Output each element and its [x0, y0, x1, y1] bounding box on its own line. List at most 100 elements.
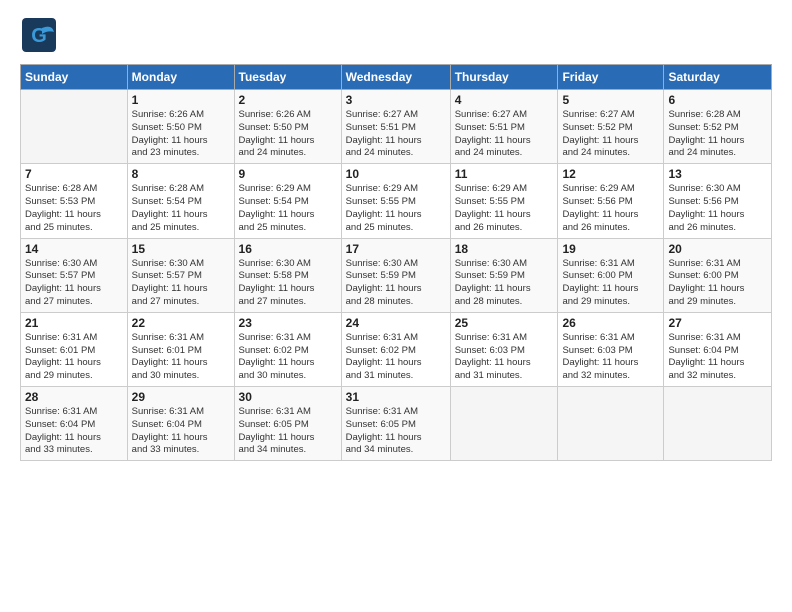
day-info: Sunrise: 6:30 AM Sunset: 5:58 PM Dayligh… [239, 258, 337, 309]
calendar-cell: 27 Sunrise: 6:31 AM Sunset: 6:04 PM Dayli… [664, 312, 772, 386]
day-info: Sunrise: 6:31 AM Sunset: 6:05 PM Dayligh… [239, 406, 337, 457]
day-number: 21 [25, 316, 123, 330]
day-number: 18 [455, 242, 554, 256]
calendar-cell [664, 387, 772, 461]
day-info: Sunrise: 6:30 AM Sunset: 5:57 PM Dayligh… [25, 258, 123, 309]
header-sunday: Sunday [21, 65, 128, 90]
day-number: 8 [132, 167, 230, 181]
week-row-5: 28 Sunrise: 6:31 AM Sunset: 6:04 PM Dayli… [21, 387, 772, 461]
day-number: 28 [25, 390, 123, 404]
logo: G [20, 16, 62, 54]
day-info: Sunrise: 6:30 AM Sunset: 5:59 PM Dayligh… [455, 258, 554, 309]
header-thursday: Thursday [450, 65, 558, 90]
calendar-cell: 24 Sunrise: 6:31 AM Sunset: 6:02 PM Dayli… [341, 312, 450, 386]
day-number: 4 [455, 93, 554, 107]
day-info: Sunrise: 6:29 AM Sunset: 5:56 PM Dayligh… [562, 183, 659, 234]
calendar-cell: 11Sunrise: 6:29 AM Sunset: 5:55 PM Dayli… [450, 164, 558, 238]
day-number: 27 [668, 316, 767, 330]
day-info: Sunrise: 6:30 AM Sunset: 5:59 PM Dayligh… [346, 258, 446, 309]
calendar-cell: 30 Sunrise: 6:31 AM Sunset: 6:05 PM Dayli… [234, 387, 341, 461]
calendar-cell: 26 Sunrise: 6:31 AM Sunset: 6:03 PM Dayli… [558, 312, 664, 386]
calendar-cell: 23Sunrise: 6:31 AM Sunset: 6:02 PM Dayli… [234, 312, 341, 386]
day-info: Sunrise: 6:31 AM Sunset: 6:04 PM Dayligh… [668, 332, 767, 383]
day-number: 14 [25, 242, 123, 256]
header-monday: Monday [127, 65, 234, 90]
day-number: 3 [346, 93, 446, 107]
header-saturday: Saturday [664, 65, 772, 90]
calendar-cell [21, 90, 128, 164]
day-info: Sunrise: 6:31 AM Sunset: 6:04 PM Dayligh… [25, 406, 123, 457]
calendar-cell: 14 Sunrise: 6:30 AM Sunset: 5:57 PM Dayli… [21, 238, 128, 312]
day-number: 7 [25, 167, 123, 181]
day-number: 15 [132, 242, 230, 256]
calendar-cell: 5 Sunrise: 6:27 AM Sunset: 5:52 PM Daylig… [558, 90, 664, 164]
calendar-cell: 7Sunrise: 6:28 AM Sunset: 5:53 PM Daylig… [21, 164, 128, 238]
day-info: Sunrise: 6:28 AM Sunset: 5:54 PM Dayligh… [132, 183, 230, 234]
day-number: 26 [562, 316, 659, 330]
day-info: Sunrise: 6:31 AM Sunset: 6:04 PM Dayligh… [132, 406, 230, 457]
calendar-cell: 13 Sunrise: 6:30 AM Sunset: 5:56 PM Dayli… [664, 164, 772, 238]
day-number: 25 [455, 316, 554, 330]
day-info: Sunrise: 6:31 AM Sunset: 6:02 PM Dayligh… [346, 332, 446, 383]
week-row-4: 21 Sunrise: 6:31 AM Sunset: 6:01 PM Dayli… [21, 312, 772, 386]
calendar-cell: 25Sunrise: 6:31 AM Sunset: 6:03 PM Dayli… [450, 312, 558, 386]
day-number: 19 [562, 242, 659, 256]
day-number: 12 [562, 167, 659, 181]
day-info: Sunrise: 6:28 AM Sunset: 5:52 PM Dayligh… [668, 109, 767, 160]
header-tuesday: Tuesday [234, 65, 341, 90]
calendar-cell: 22Sunrise: 6:31 AM Sunset: 6:01 PM Dayli… [127, 312, 234, 386]
calendar-cell: 1 Sunrise: 6:26 AM Sunset: 5:50 PM Daylig… [127, 90, 234, 164]
day-number: 17 [346, 242, 446, 256]
calendar-cell: 4 Sunrise: 6:27 AM Sunset: 5:51 PM Daylig… [450, 90, 558, 164]
day-number: 9 [239, 167, 337, 181]
day-info: Sunrise: 6:29 AM Sunset: 5:54 PM Dayligh… [239, 183, 337, 234]
calendar-cell: 29 Sunrise: 6:31 AM Sunset: 6:04 PM Dayli… [127, 387, 234, 461]
calendar-cell [450, 387, 558, 461]
calendar-cell: 31 Sunrise: 6:31 AM Sunset: 6:05 PM Dayli… [341, 387, 450, 461]
calendar-cell: 2 Sunrise: 6:26 AM Sunset: 5:50 PM Daylig… [234, 90, 341, 164]
calendar-cell: 16 Sunrise: 6:30 AM Sunset: 5:58 PM Dayli… [234, 238, 341, 312]
day-number: 24 [346, 316, 446, 330]
header-friday: Friday [558, 65, 664, 90]
day-info: Sunrise: 6:29 AM Sunset: 5:55 PM Dayligh… [455, 183, 554, 234]
day-info: Sunrise: 6:26 AM Sunset: 5:50 PM Dayligh… [132, 109, 230, 160]
day-number: 1 [132, 93, 230, 107]
day-info: Sunrise: 6:27 AM Sunset: 5:52 PM Dayligh… [562, 109, 659, 160]
day-info: Sunrise: 6:31 AM Sunset: 6:01 PM Dayligh… [25, 332, 123, 383]
day-number: 31 [346, 390, 446, 404]
calendar-cell: 6 Sunrise: 6:28 AM Sunset: 5:52 PM Daylig… [664, 90, 772, 164]
calendar-cell: 18 Sunrise: 6:30 AM Sunset: 5:59 PM Dayli… [450, 238, 558, 312]
day-number: 20 [668, 242, 767, 256]
page: G SundayMondayTuesdayWednesdayThursdayFr… [0, 0, 792, 612]
header: G [20, 16, 772, 54]
day-info: Sunrise: 6:31 AM Sunset: 6:03 PM Dayligh… [562, 332, 659, 383]
day-info: Sunrise: 6:27 AM Sunset: 5:51 PM Dayligh… [455, 109, 554, 160]
calendar-cell: 28 Sunrise: 6:31 AM Sunset: 6:04 PM Dayli… [21, 387, 128, 461]
day-info: Sunrise: 6:26 AM Sunset: 5:50 PM Dayligh… [239, 109, 337, 160]
day-number: 5 [562, 93, 659, 107]
week-row-3: 14 Sunrise: 6:30 AM Sunset: 5:57 PM Dayli… [21, 238, 772, 312]
logo-icon: G [20, 16, 58, 54]
calendar-table: SundayMondayTuesdayWednesdayThursdayFrid… [20, 64, 772, 461]
day-info: Sunrise: 6:30 AM Sunset: 5:57 PM Dayligh… [132, 258, 230, 309]
week-row-2: 7Sunrise: 6:28 AM Sunset: 5:53 PM Daylig… [21, 164, 772, 238]
calendar-cell: 9 Sunrise: 6:29 AM Sunset: 5:54 PM Daylig… [234, 164, 341, 238]
day-number: 2 [239, 93, 337, 107]
day-number: 29 [132, 390, 230, 404]
day-number: 13 [668, 167, 767, 181]
calendar-header-row: SundayMondayTuesdayWednesdayThursdayFrid… [21, 65, 772, 90]
day-info: Sunrise: 6:31 AM Sunset: 6:00 PM Dayligh… [562, 258, 659, 309]
calendar-cell: 10Sunrise: 6:29 AM Sunset: 5:55 PM Dayli… [341, 164, 450, 238]
day-number: 6 [668, 93, 767, 107]
day-info: Sunrise: 6:31 AM Sunset: 6:05 PM Dayligh… [346, 406, 446, 457]
day-number: 30 [239, 390, 337, 404]
day-info: Sunrise: 6:31 AM Sunset: 6:02 PM Dayligh… [239, 332, 337, 383]
calendar-cell: 12 Sunrise: 6:29 AM Sunset: 5:56 PM Dayli… [558, 164, 664, 238]
calendar-cell: 15 Sunrise: 6:30 AM Sunset: 5:57 PM Dayli… [127, 238, 234, 312]
calendar-cell: 8 Sunrise: 6:28 AM Sunset: 5:54 PM Daylig… [127, 164, 234, 238]
day-number: 16 [239, 242, 337, 256]
calendar-cell: 21 Sunrise: 6:31 AM Sunset: 6:01 PM Dayli… [21, 312, 128, 386]
calendar-cell: 3Sunrise: 6:27 AM Sunset: 5:51 PM Daylig… [341, 90, 450, 164]
day-info: Sunrise: 6:31 AM Sunset: 6:00 PM Dayligh… [668, 258, 767, 309]
day-info: Sunrise: 6:30 AM Sunset: 5:56 PM Dayligh… [668, 183, 767, 234]
